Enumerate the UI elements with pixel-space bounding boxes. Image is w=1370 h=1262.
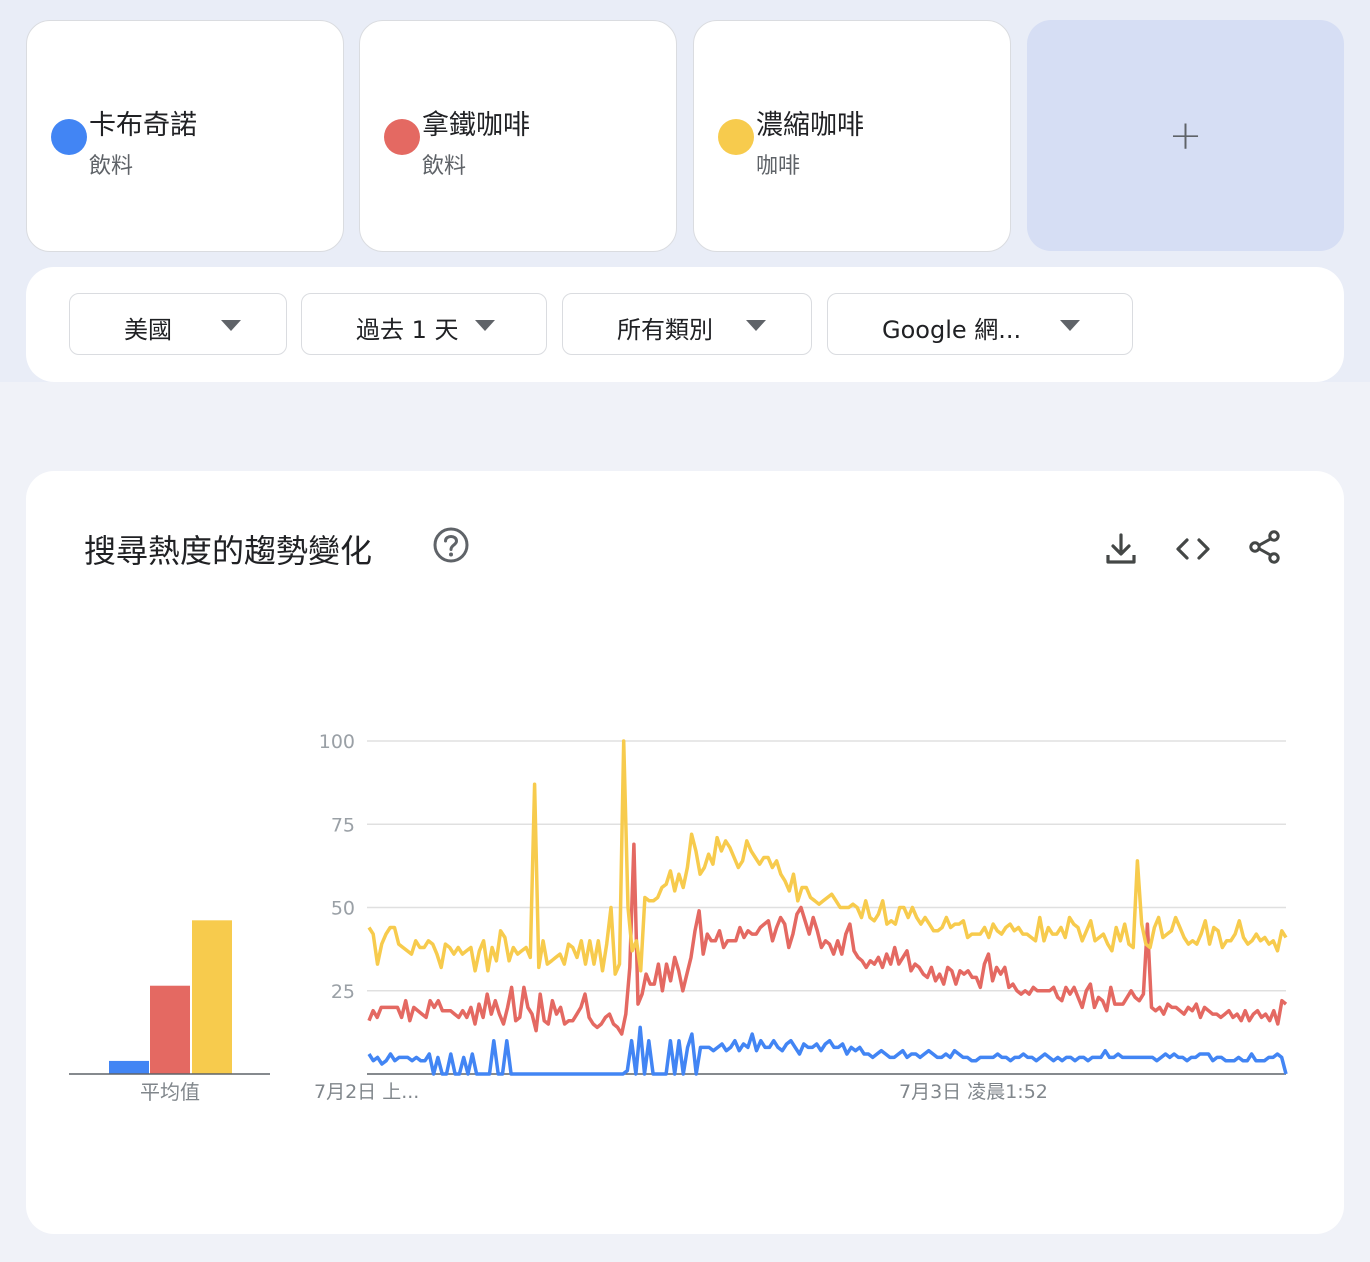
term-category: 飲料 — [422, 154, 467, 179]
term-color-dot — [718, 119, 754, 155]
term-category: 飲料 — [89, 154, 134, 179]
property-filter-label: Google 網... — [882, 316, 1022, 344]
chevron-down-icon — [746, 320, 766, 331]
time-filter[interactable]: 過去 1 天 — [301, 293, 547, 355]
chevron-down-icon — [1060, 320, 1080, 331]
term-category: 咖啡 — [756, 154, 801, 179]
y-tick-label: 50 — [331, 898, 355, 920]
add-term-button[interactable]: + — [1027, 20, 1344, 251]
y-tick-label: 25 — [331, 981, 355, 1003]
trend-line-chart: 25 50 75 100 7月2日 上... 7月3日 凌晨1:52 — [314, 731, 1288, 1103]
x-tick-label: 7月3日 凌晨1:52 — [899, 1081, 1048, 1103]
time-filter-label: 過去 1 天 — [356, 316, 459, 344]
plus-icon: + — [1168, 112, 1203, 159]
filter-panel: 美國 過去 1 天 所有類別 Google 網... — [26, 267, 1344, 382]
term-name: 濃縮咖啡 — [756, 110, 864, 141]
y-tick-label: 75 — [331, 814, 355, 836]
region-filter[interactable]: 美國 — [69, 293, 287, 355]
chevron-down-icon — [475, 320, 495, 331]
category-filter-label: 所有類別 — [617, 316, 713, 344]
term-card[interactable]: 濃縮咖啡 咖啡 — [693, 20, 1011, 252]
term-color-dot — [51, 119, 87, 155]
term-card[interactable]: 拿鐵咖啡 飲料 — [359, 20, 677, 252]
term-color-dot — [384, 119, 420, 155]
term-name: 卡布奇諾 — [89, 110, 197, 141]
category-filter[interactable]: 所有類別 — [562, 293, 812, 355]
series-line — [367, 1025, 1288, 1076]
region-filter-label: 美國 — [124, 316, 172, 344]
interest-over-time-panel: 搜尋熱度的趨勢變化 平均值 25 50 75 100 7月2日 上... 7月3日 凌晨1… — [26, 471, 1344, 1234]
term-name: 拿鐵咖啡 — [422, 110, 530, 141]
chevron-down-icon — [221, 320, 241, 331]
x-tick-label: 7月2日 上... — [314, 1081, 419, 1103]
term-card[interactable]: 卡布奇諾 飲料 — [26, 20, 344, 252]
y-tick-label: 100 — [319, 731, 355, 753]
property-filter[interactable]: Google 網... — [827, 293, 1133, 355]
